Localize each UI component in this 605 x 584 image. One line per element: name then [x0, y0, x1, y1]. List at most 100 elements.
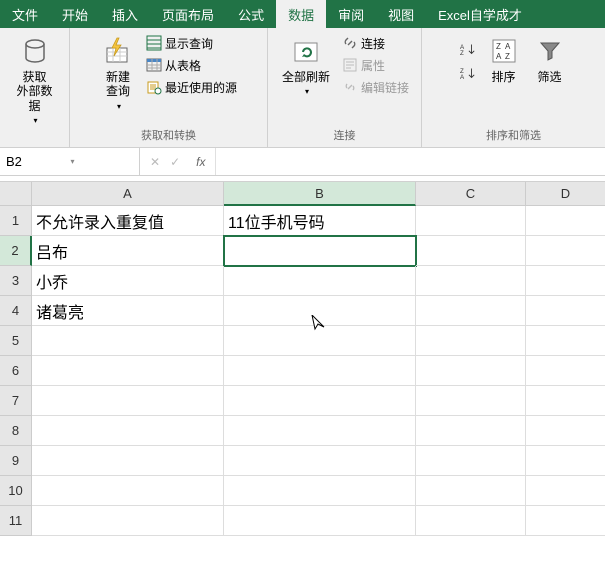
cell-D11[interactable] [526, 506, 605, 536]
cell-A4[interactable]: 诸葛亮 [32, 296, 224, 326]
cell-D5[interactable] [526, 326, 605, 356]
row-header-11[interactable]: 11 [0, 506, 32, 536]
cell-B4[interactable] [224, 296, 416, 326]
menu-view[interactable]: 视图 [376, 0, 426, 28]
cell-C5[interactable] [416, 326, 526, 356]
name-box[interactable]: B2 ▾ [0, 148, 140, 175]
menu-formula[interactable]: 公式 [226, 0, 276, 28]
cell-C9[interactable] [416, 446, 526, 476]
cell-C11[interactable] [416, 506, 526, 536]
column-header-A[interactable]: A [32, 182, 224, 206]
cell-C7[interactable] [416, 386, 526, 416]
cell-C4[interactable] [416, 296, 526, 326]
cell-A1[interactable]: 不允许录入重复值 [32, 206, 224, 236]
connections-label: 连接 [361, 35, 385, 52]
cell-D2[interactable] [526, 236, 605, 266]
cell-D7[interactable] [526, 386, 605, 416]
fx-icon[interactable]: fx [196, 155, 205, 169]
cell-B8[interactable] [224, 416, 416, 446]
row-header-4[interactable]: 4 [0, 296, 32, 326]
refresh-all-button[interactable]: 全部刷新 ▾ [277, 32, 335, 100]
cell-D8[interactable] [526, 416, 605, 446]
show-queries-label: 显示查询 [165, 35, 213, 52]
select-all-corner[interactable] [0, 182, 32, 206]
edit-link-icon [342, 79, 358, 95]
row-header-6[interactable]: 6 [0, 356, 32, 386]
sort-button[interactable]: ZAAZ 排序 [483, 32, 525, 87]
cell-A9[interactable] [32, 446, 224, 476]
cell-A10[interactable] [32, 476, 224, 506]
cell-C3[interactable] [416, 266, 526, 296]
cell-B7[interactable] [224, 386, 416, 416]
new-query-button[interactable]: 新建 查询 ▾ [97, 32, 139, 114]
cell-B3[interactable] [224, 266, 416, 296]
cell-B5[interactable] [224, 326, 416, 356]
cell-A8[interactable] [32, 416, 224, 446]
filter-label: 筛选 [537, 70, 561, 84]
column-header-B[interactable]: B [224, 182, 416, 206]
edit-links-button[interactable]: 编辑链接 [339, 76, 412, 98]
cell-A11[interactable] [32, 506, 224, 536]
cell-B10[interactable] [224, 476, 416, 506]
name-box-value: B2 [6, 154, 69, 169]
row-header-2[interactable]: 2 [0, 236, 32, 266]
show-queries-button[interactable]: 显示查询 [143, 32, 240, 54]
menu-insert[interactable]: 插入 [100, 0, 150, 28]
recent-sources-button[interactable]: 最近使用的源 [143, 76, 240, 98]
cell-A3[interactable]: 小乔 [32, 266, 224, 296]
row-header-9[interactable]: 9 [0, 446, 32, 476]
properties-label: 属性 [361, 57, 385, 74]
connections-button[interactable]: 连接 [339, 32, 412, 54]
ribbon: 获取 外部数据 ▾ 新建 查询 ▾ 显示查询 [0, 28, 605, 148]
cell-C2[interactable] [416, 236, 526, 266]
row-header-3[interactable]: 3 [0, 266, 32, 296]
menu-data[interactable]: 数据 [276, 0, 326, 28]
cell-C8[interactable] [416, 416, 526, 446]
cell-B1[interactable]: 11位手机号码 [224, 206, 416, 236]
cell-D6[interactable] [526, 356, 605, 386]
column-header-C[interactable]: C [416, 182, 526, 206]
get-external-data-button[interactable]: 获取 外部数据 ▾ [6, 32, 63, 129]
cell-D10[interactable] [526, 476, 605, 506]
cell-A6[interactable] [32, 356, 224, 386]
cell-C10[interactable] [416, 476, 526, 506]
row-header-8[interactable]: 8 [0, 416, 32, 446]
row-header-7[interactable]: 7 [0, 386, 32, 416]
cell-C1[interactable] [416, 206, 526, 236]
sort-asc-button[interactable]: AZ [457, 38, 479, 60]
menu-excel-self-study[interactable]: Excel自学成才 [426, 0, 534, 28]
cell-B2[interactable] [224, 236, 416, 266]
menu-home[interactable]: 开始 [50, 0, 100, 28]
formula-tools: ✕ ✓ fx [140, 148, 216, 175]
properties-button[interactable]: 属性 [339, 54, 412, 76]
menu-file[interactable]: 文件 [0, 0, 50, 28]
cell-D1[interactable] [526, 206, 605, 236]
menu-review[interactable]: 审阅 [326, 0, 376, 28]
svg-text:Z: Z [460, 50, 464, 56]
chevron-down-icon: ▾ [305, 87, 309, 97]
from-table-button[interactable]: 从表格 [143, 54, 240, 76]
formula-input[interactable] [216, 148, 605, 175]
svg-text:Z: Z [496, 42, 501, 51]
cell-A5[interactable] [32, 326, 224, 356]
sort-desc-button[interactable]: ZA [457, 62, 479, 84]
cancel-icon[interactable]: ✕ [150, 155, 160, 169]
column-header-D[interactable]: D [526, 182, 605, 206]
cell-B11[interactable] [224, 506, 416, 536]
cell-A2[interactable]: 吕布 [32, 236, 224, 266]
svg-text:A: A [505, 42, 511, 51]
cell-D3[interactable] [526, 266, 605, 296]
cell-D9[interactable] [526, 446, 605, 476]
filter-button[interactable]: 筛选 [529, 32, 571, 87]
menu-layout[interactable]: 页面布局 [150, 0, 226, 28]
cell-C6[interactable] [416, 356, 526, 386]
cell-B6[interactable] [224, 356, 416, 386]
row-header-5[interactable]: 5 [0, 326, 32, 356]
svg-text:A: A [460, 74, 465, 80]
row-header-1[interactable]: 1 [0, 206, 32, 236]
cell-A7[interactable] [32, 386, 224, 416]
row-header-10[interactable]: 10 [0, 476, 32, 506]
cell-D4[interactable] [526, 296, 605, 326]
cell-B9[interactable] [224, 446, 416, 476]
confirm-icon[interactable]: ✓ [170, 155, 180, 169]
